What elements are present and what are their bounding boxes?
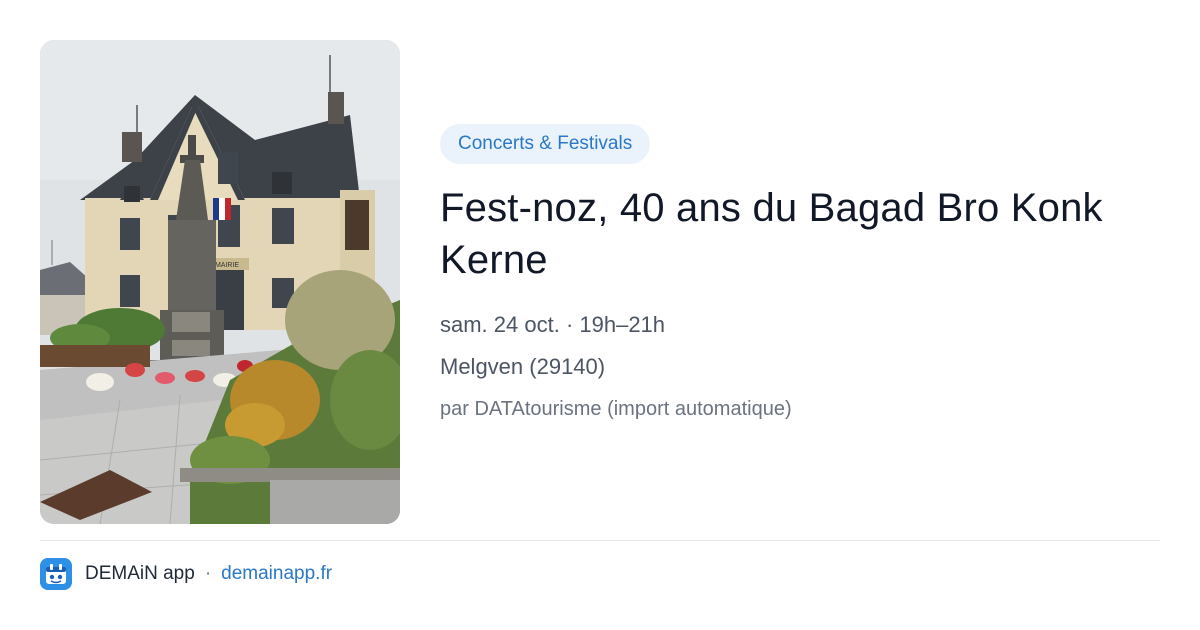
- town-hall-image: MAIRIE: [40, 40, 400, 524]
- event-details: Concerts & Festivals Fest-noz, 40 ans du…: [440, 124, 1160, 422]
- event-share-card: MAIRIE Concerts & Festivals Fest-noz, 40…: [0, 0, 1200, 630]
- category-chip[interactable]: Concerts & Festivals: [440, 124, 651, 164]
- event-photo: MAIRIE: [40, 40, 400, 524]
- footer-divider: [40, 540, 1160, 541]
- mairie-sign: MAIRIE: [215, 262, 239, 269]
- app-website-link[interactable]: demainapp.fr: [221, 563, 332, 585]
- event-location: Melgven (29140): [440, 354, 606, 379]
- event-source: par DATAtourisme (import automatique): [440, 398, 792, 420]
- event-title: Fest-noz, 40 ans du Bagad Bro Konk Kerne: [440, 186, 1103, 282]
- footer-separator: ·: [204, 563, 212, 584]
- demain-app-icon: [40, 558, 72, 590]
- footer: DEMAiN app · demainapp.fr: [40, 558, 332, 590]
- app-name: DEMAiN app: [85, 563, 195, 584]
- event-datetime: sam. 24 oct. · 19h–21h: [440, 312, 666, 337]
